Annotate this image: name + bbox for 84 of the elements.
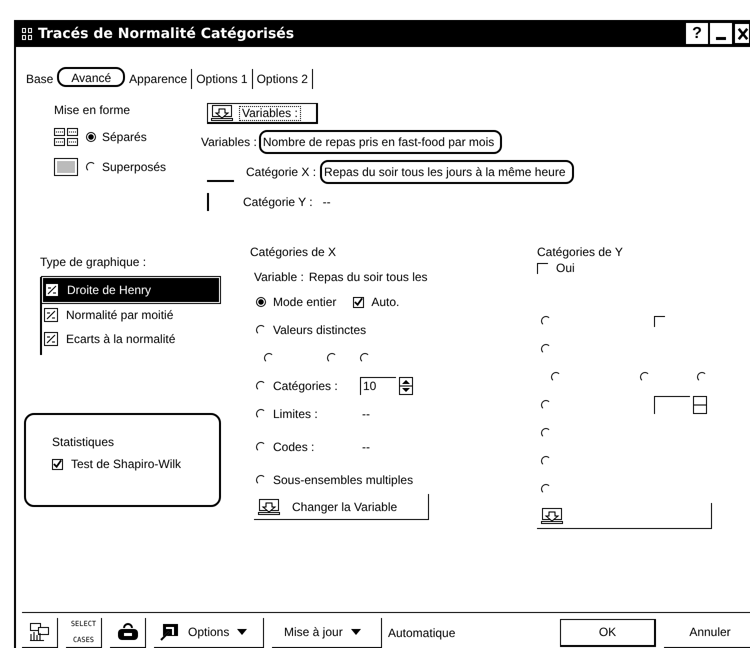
radio-button[interactable]	[360, 353, 370, 363]
option-label: Superposés	[102, 160, 166, 174]
radio-button[interactable]	[256, 475, 266, 485]
checkbox-label: Oui	[556, 261, 575, 275]
option-label: Mode entier	[273, 295, 336, 309]
option-label: Séparés	[102, 130, 147, 144]
option-label: Valeurs distinctes	[273, 323, 366, 337]
close-button[interactable]	[734, 23, 750, 44]
help-button[interactable]: ?	[686, 23, 708, 44]
chart-icon	[30, 623, 50, 641]
grid-icon	[54, 128, 78, 146]
list-item[interactable]: Ecarts à la normalité	[42, 327, 220, 351]
checkbox[interactable]	[654, 316, 665, 326]
radio-button[interactable]	[256, 409, 266, 419]
radio-button[interactable]	[256, 442, 266, 452]
category-x-label: Catégorie X :	[246, 165, 316, 179]
radio-button[interactable]	[264, 353, 274, 363]
option-value: --	[362, 407, 370, 421]
option-value: --	[362, 440, 370, 454]
update-button[interactable]: Mise à jour	[272, 618, 382, 648]
number-field[interactable]	[654, 396, 690, 414]
spinner-icon[interactable]	[693, 396, 707, 414]
option-label: Codes :	[273, 440, 316, 454]
update-mode-label: Automatique	[388, 626, 456, 640]
variables-field: Nombre de repas pris en fast-food par mois	[258, 130, 502, 154]
y-categories-title: Catégories de Y	[537, 245, 624, 259]
radio-button[interactable]	[256, 381, 266, 391]
checkbox[interactable]	[52, 458, 63, 470]
category-y-value: --	[322, 195, 331, 209]
option-label: Catégories :	[273, 379, 339, 393]
variables-label: Variables :	[201, 135, 257, 149]
list-item[interactable]: Droite de Henry	[42, 277, 220, 303]
radio-button[interactable]	[541, 428, 551, 438]
list-item[interactable]: Normalité par moitié	[42, 303, 220, 327]
radio-button[interactable]	[640, 372, 650, 382]
options-button[interactable]: Options	[154, 618, 264, 648]
radio-button[interactable]	[86, 162, 96, 172]
tab[interactable]: Avancé	[57, 67, 126, 87]
option-label: Sous-ensembles multiples	[273, 473, 414, 487]
tray-icon	[541, 508, 563, 524]
category-y-label: Catégorie Y :	[243, 195, 313, 209]
variable-value: Repas du soir tous les	[308, 270, 428, 284]
radio-button[interactable]	[541, 456, 551, 466]
checkbox-label: Test de Shapiro-Wilk	[71, 457, 182, 471]
chart-icon	[44, 308, 58, 322]
window-title: Tracés de Normalité Catégorisés	[38, 26, 296, 42]
variables-button[interactable]: Variables :	[207, 103, 318, 124]
tray-icon	[211, 105, 233, 121]
number-field[interactable]: 10	[360, 377, 396, 395]
chart-type-label: Type de graphique :	[40, 255, 148, 269]
radio-button[interactable]	[327, 353, 337, 363]
radio-button[interactable]	[541, 484, 551, 494]
radio-button[interactable]	[551, 372, 561, 382]
radio-button[interactable]	[256, 297, 266, 307]
chart-icon	[44, 332, 58, 346]
dotted-square-icon	[54, 158, 78, 176]
radio-button[interactable]	[541, 316, 551, 326]
caret-icon	[237, 629, 248, 635]
vertical-line-icon	[207, 193, 209, 211]
caret-icon	[350, 629, 361, 635]
x-categories-title: Catégories de X	[250, 245, 338, 259]
statistics-label: Statistiques	[52, 435, 116, 449]
radio-button[interactable]	[697, 372, 707, 382]
radio-button[interactable]	[86, 132, 96, 142]
checkbox-label: Auto.	[371, 295, 400, 309]
variable-label: Variable :	[254, 270, 304, 284]
radio-button[interactable]	[541, 344, 551, 354]
ok-button[interactable]: OK	[560, 618, 656, 646]
toolbox-icon	[116, 623, 138, 641]
minimize-button[interactable]	[710, 23, 732, 44]
spinner-icon[interactable]	[399, 377, 413, 395]
pointer-icon	[160, 623, 180, 641]
chart-icon	[45, 283, 59, 297]
change-variable-button[interactable]: Changer la Variable	[254, 494, 429, 520]
checkbox[interactable]	[353, 296, 364, 308]
layout-label: Mise en forme	[54, 103, 132, 117]
tray-icon	[258, 498, 280, 514]
checkbox[interactable]	[537, 262, 548, 274]
option-label: Limites :	[273, 407, 319, 421]
window-icon	[22, 28, 32, 40]
horizontal-line-icon	[207, 180, 234, 182]
radio-button[interactable]	[541, 400, 551, 410]
category-x-field: Repas du soir tous les jours à la même heure	[320, 160, 574, 184]
radio-button[interactable]	[256, 325, 266, 335]
